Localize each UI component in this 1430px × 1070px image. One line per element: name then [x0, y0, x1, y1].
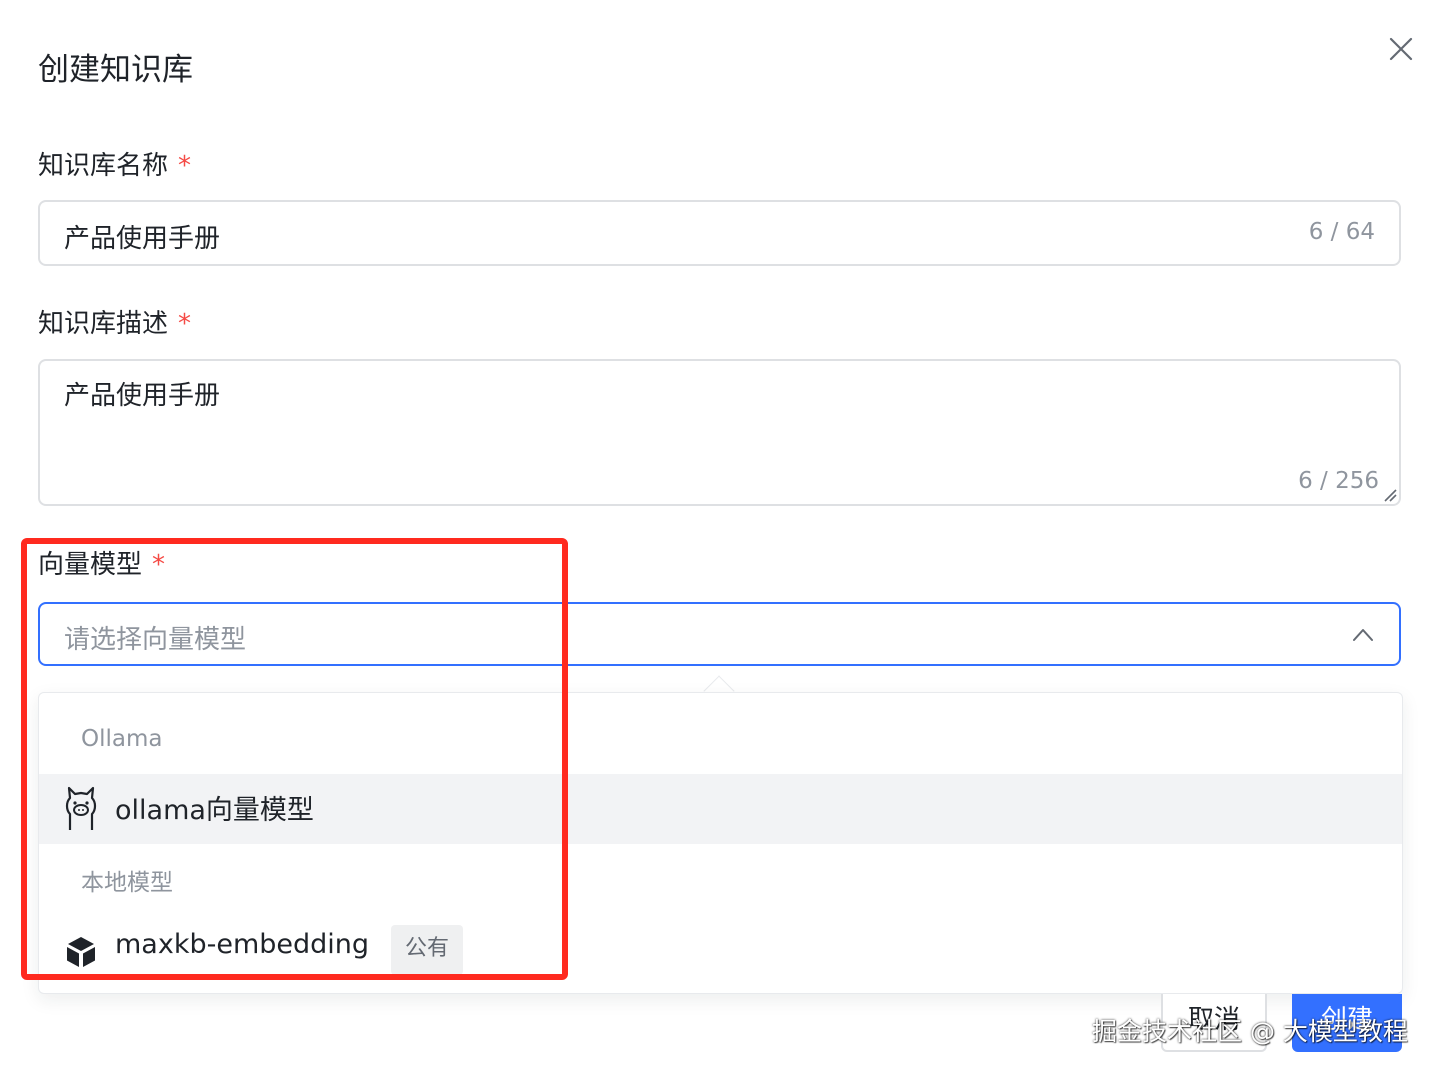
embedding-model-dropdown: Ollama ollama向量模型 本地模型 maxkb-embedding 公… — [38, 692, 1403, 994]
group-label-ollama: Ollama — [81, 726, 163, 752]
chevron-up-icon — [1353, 629, 1373, 641]
required-mark: * — [152, 550, 166, 580]
knowledge-base-name-input[interactable]: 产品使用手册 6 / 64 — [38, 200, 1401, 266]
required-mark: * — [178, 309, 192, 339]
option-label: ollama向量模型 — [115, 795, 314, 826]
llama-icon — [65, 786, 97, 830]
embedding-field-label: 向量模型 * — [38, 550, 166, 580]
option-maxkb-embedding[interactable]: maxkb-embedding 公有 — [39, 915, 1402, 985]
option-label: maxkb-embedding — [115, 929, 370, 960]
close-icon[interactable] — [1386, 34, 1416, 64]
description-value: 产品使用手册 — [64, 381, 221, 411]
cube-icon — [67, 937, 95, 967]
required-mark: * — [178, 151, 192, 181]
embedding-model-select[interactable]: 请选择向量模型 — [38, 602, 1401, 666]
name-input-value: 产品使用手册 — [64, 224, 221, 254]
embedding-select-placeholder: 请选择向量模型 — [64, 625, 247, 655]
knowledge-base-description-textarea[interactable]: 产品使用手册 6 / 256 — [38, 359, 1401, 506]
watermark: 掘金技术社区 @ 大模型教程 — [1092, 1017, 1408, 1046]
dialog-title: 创建知识库 — [38, 52, 193, 88]
resize-handle-icon[interactable] — [1381, 486, 1397, 502]
option-ollama-embedding[interactable]: ollama向量模型 — [39, 774, 1402, 844]
group-label-local: 本地模型 — [81, 870, 173, 896]
description-field-label: 知识库描述 * — [38, 309, 192, 339]
public-tag: 公有 — [391, 925, 463, 975]
name-char-count: 6 / 64 — [1308, 219, 1375, 245]
description-char-count: 6 / 256 — [1298, 468, 1379, 494]
name-field-label: 知识库名称 * — [38, 151, 192, 181]
